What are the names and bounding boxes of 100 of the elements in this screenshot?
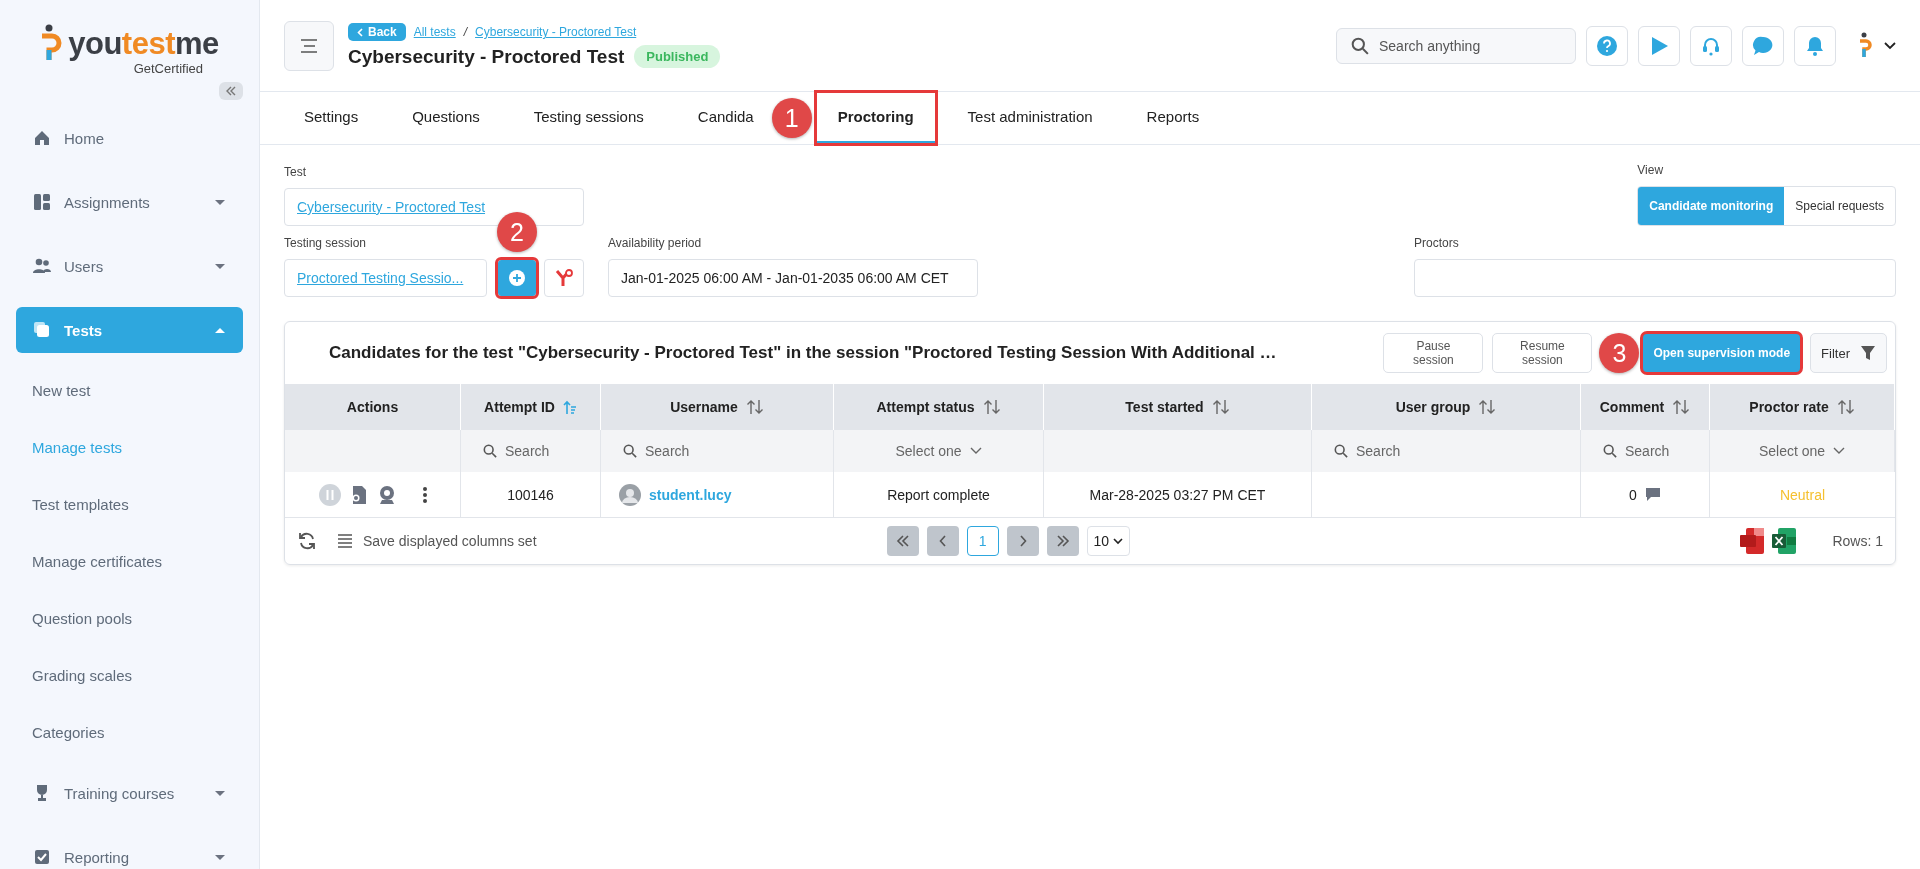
page-size-select[interactable]: 10 [1086,526,1131,556]
field-label: Testing session [284,236,368,250]
sidebar-item[interactable]: Home [16,115,243,161]
sidebar-subitem[interactable]: Test templates [16,476,243,533]
column-search-field[interactable]: Search [1312,430,1581,472]
excel-export-icon[interactable] [1772,528,1797,554]
sort-icon[interactable] [1211,399,1230,415]
availability-field: Jan-01-2025 06:00 AM - Jan-01-2035 06:00 AM CET [608,259,978,297]
save-columns-link[interactable]: Save displayed columns set [363,533,537,549]
column-header[interactable]: Actions [285,384,461,430]
avatar-icon [1858,31,1872,60]
callout-badge: 2 [497,212,537,252]
column-search-field[interactable]: Search [1581,430,1710,472]
column-header[interactable]: Proctor rate [1710,384,1895,430]
callout-badge: 1 [771,98,812,138]
sidebar-item[interactable]: Reporting [16,834,243,869]
breadcrumb-link[interactable]: All tests [413,25,456,39]
proctors-field[interactable] [1414,259,1896,297]
sidebar-subitem[interactable]: Manage certificates [16,533,243,590]
filter-icon [1860,345,1876,361]
page-title: Cybersecurity - Proctored Test [348,45,625,68]
search-icon [1351,36,1369,55]
tab[interactable]: Proctoring [815,92,936,144]
next-page-button[interactable] [1006,526,1039,556]
tab[interactable]: Test administration [945,92,1115,144]
sidebar-subitem[interactable]: Question pools [16,590,243,647]
menu-button[interactable] [284,20,334,71]
field-label: Proctors [1414,236,1460,250]
help-button[interactable] [1586,25,1628,66]
bell-icon [1804,34,1826,57]
list-icon [337,534,353,548]
action-button[interactable]: Pause session [1383,333,1484,373]
support-button[interactable] [1690,25,1732,66]
first-page-button[interactable] [886,526,919,556]
column-header[interactable]: Test started [1044,384,1312,430]
column-header[interactable]: Attempt ID [461,384,601,430]
plus-icon [508,269,526,287]
sidebar-subitem[interactable]: Categories [16,704,243,761]
column-select-field[interactable]: Select one [1710,430,1895,472]
session-field[interactable]: Proctored Testing Sessio... [284,259,487,297]
notifications-button[interactable] [1794,25,1836,66]
breadcrumb-link[interactable]: Cybersecurity - Proctored Test [475,25,637,39]
chevron-icon [357,27,363,37]
sidebar-subitem[interactable]: New test [16,362,243,419]
chevron-icon [1018,535,1027,547]
sort-icon[interactable] [1836,399,1855,415]
last-page-button[interactable] [1046,526,1079,556]
column-header[interactable]: Username [601,384,834,430]
search-icon [1334,444,1348,458]
view-toggle[interactable]: Special requests [1784,187,1895,225]
more-icon[interactable] [421,484,428,505]
sort-icon[interactable] [982,399,1001,415]
comment-count: 0 [1629,486,1637,503]
proctor-rate: Neutral [1779,486,1826,503]
proctor-button[interactable] [544,259,584,297]
previous-page-button[interactable] [926,526,959,556]
filter-button[interactable]: Filter [1810,333,1887,373]
chevron-icon [969,447,982,455]
sidebar-icon [32,128,52,148]
column-search-field[interactable]: Search [461,430,601,472]
sort-icon[interactable] [745,399,764,415]
menu-icon [300,38,318,53]
sidebar-icon [32,320,52,340]
sidebar-icon [32,192,52,212]
table-cell: Report complete [834,472,1044,518]
column-header[interactable]: Comment [1581,384,1710,430]
sort-icon[interactable] [1478,399,1497,415]
play-button[interactable] [1638,25,1680,66]
add-session-button[interactable] [497,259,537,297]
column-header[interactable]: User group [1312,384,1581,430]
search-field[interactable]: Search anything [1336,27,1576,64]
double-chevron-icon [225,86,237,96]
column-select-field[interactable]: Select one [834,430,1044,472]
field-label: Availability period [608,236,703,250]
refresh-icon[interactable] [297,531,317,551]
sort-icon[interactable] [1672,399,1691,415]
user-menu[interactable] [1858,31,1896,60]
search-icon [483,444,497,458]
sidebar-item[interactable]: Training courses [16,770,243,816]
sidebar-subitem[interactable]: Grading scales [16,647,243,704]
action-button[interactable]: Resume session [1492,333,1593,373]
tab[interactable]: Settings [282,92,381,144]
brand-tagline: GetCertified [133,61,203,76]
callout-badge: 3 [1599,333,1640,373]
sidebar-item[interactable]: Users [16,243,243,289]
brand-name: youtestme [68,26,219,62]
tab[interactable]: Reports [1124,92,1222,144]
status-badge: Published [634,45,721,68]
pdf-export-icon[interactable] [1740,528,1765,554]
column-search-field[interactable]: Search [601,430,834,472]
search-icon [1603,444,1617,458]
column-header[interactable]: Attempt status [834,384,1044,430]
tab[interactable]: Testing sessions [511,92,666,144]
chat-button[interactable] [1742,25,1784,66]
table-cell: 100146 [461,472,601,518]
tab[interactable]: Questions [390,92,502,144]
sidebar-item[interactable]: Assignments [16,179,243,225]
chevron-icon [1833,447,1846,455]
collapse-sidebar-button[interactable] [219,82,243,100]
comment-icon[interactable] [1644,487,1661,502]
